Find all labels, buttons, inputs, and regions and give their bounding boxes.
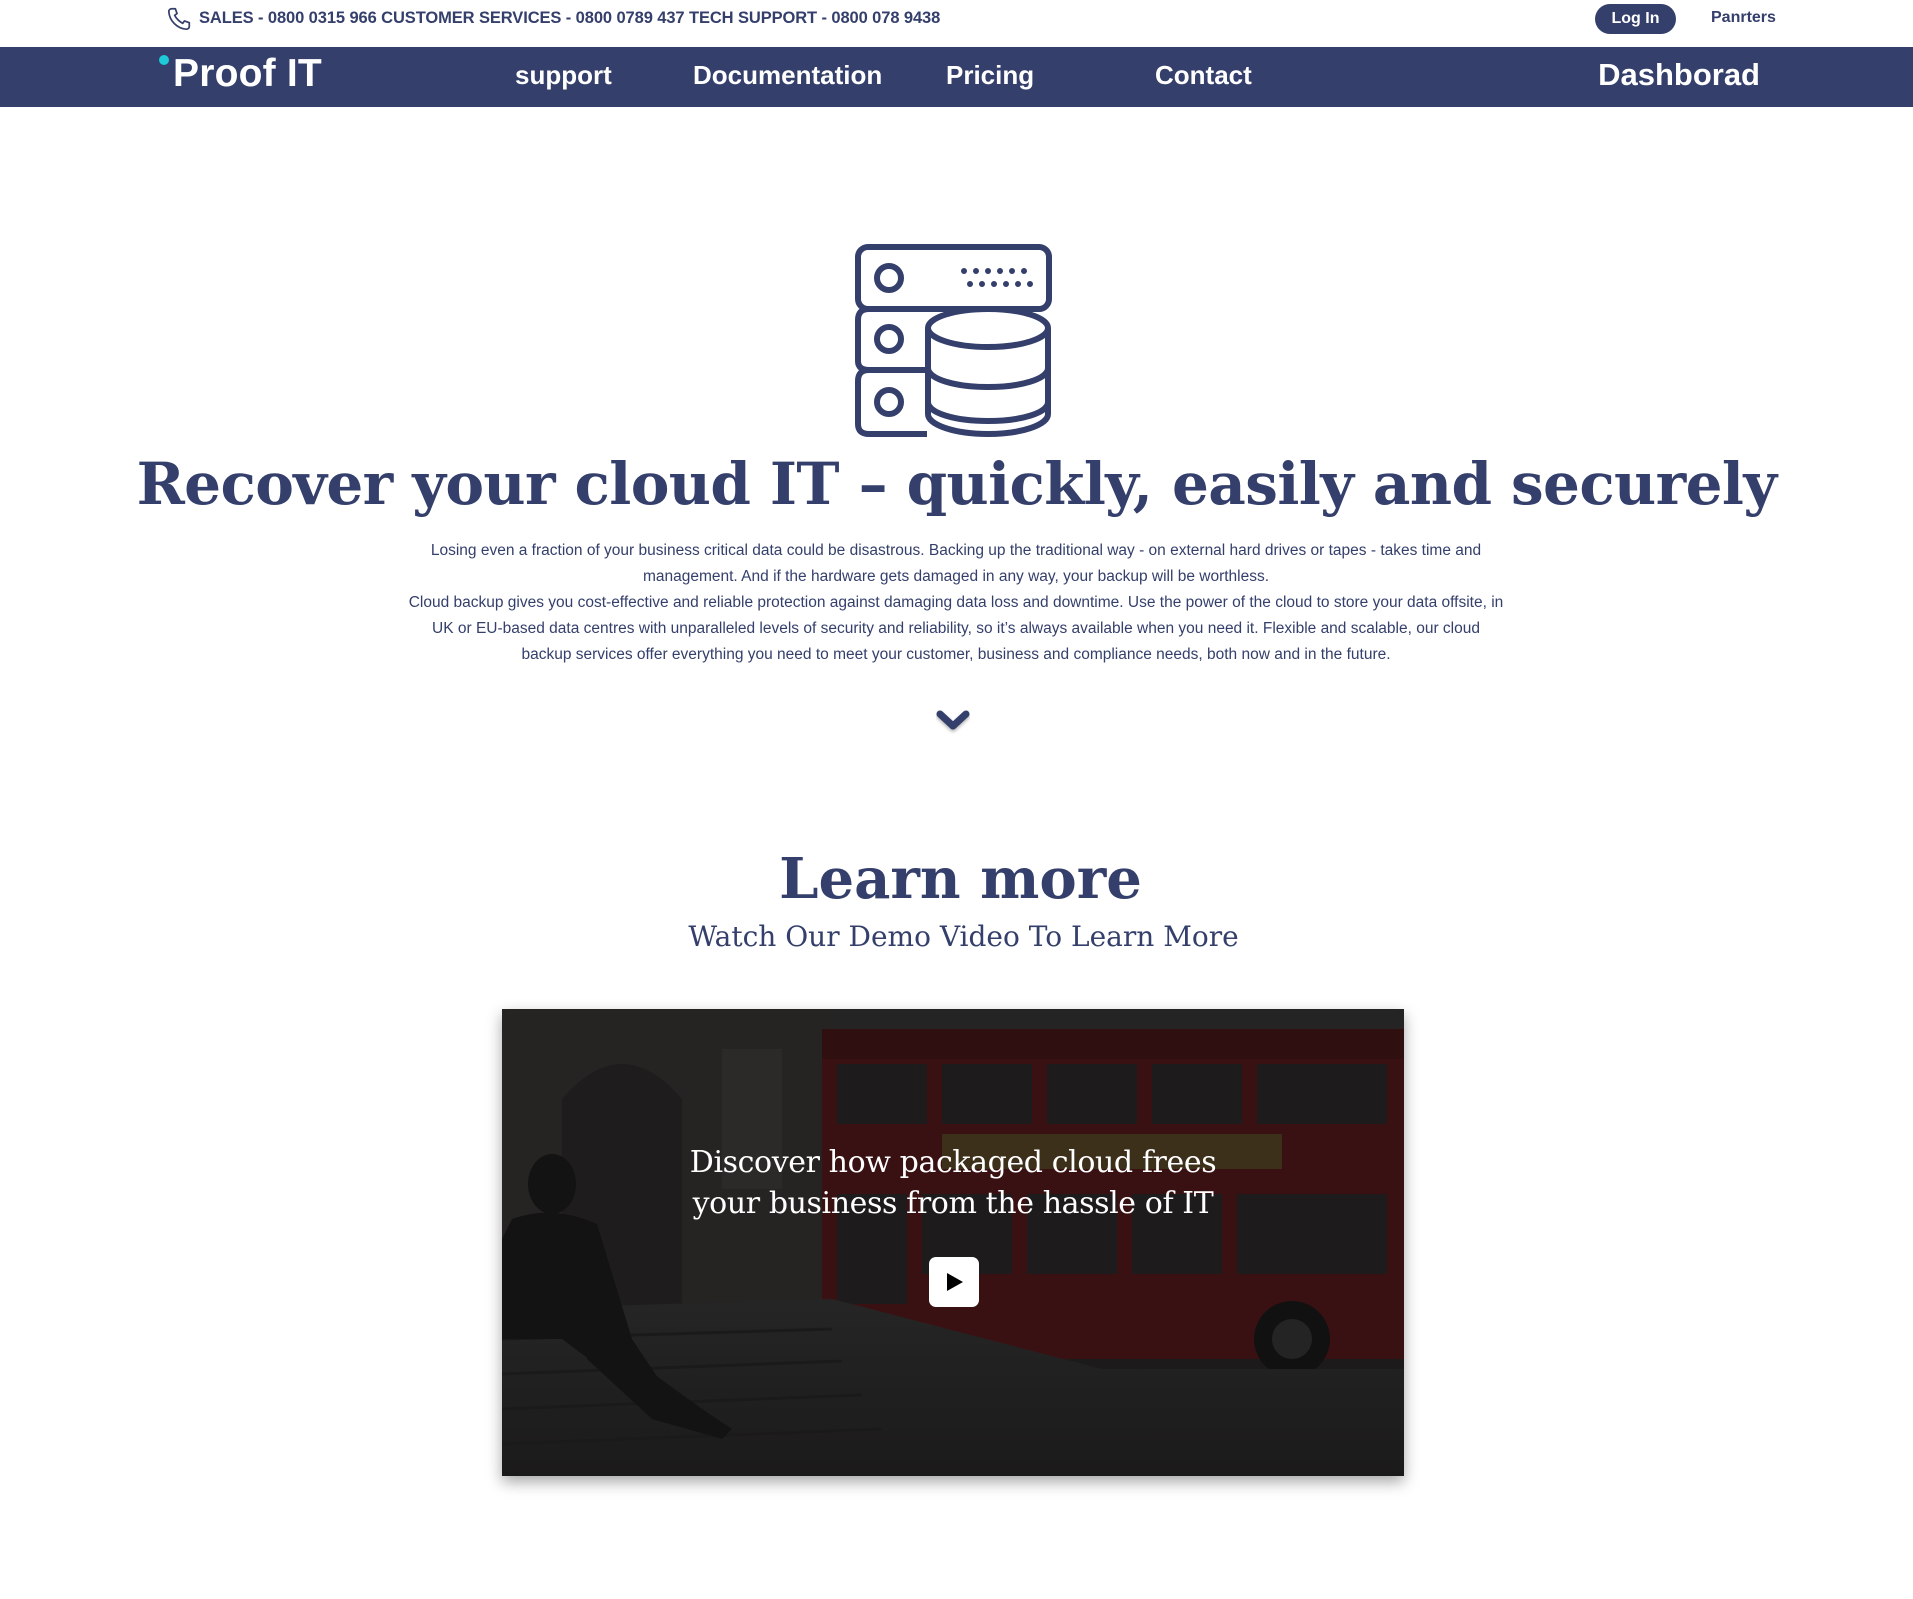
login-button[interactable]: Log In (1595, 4, 1676, 34)
video-caption: Discover how packaged cloud frees your b… (502, 1142, 1404, 1224)
video-caption-line: your business from the hassle of IT (692, 1186, 1214, 1221)
video-caption-line: Discover how packaged cloud frees (689, 1145, 1217, 1180)
contact-phone-numbers: SALES - 0800 0315 966 CUSTOMER SERVICES … (199, 9, 941, 27)
nav-dashboard[interactable]: Dashborad (1598, 57, 1760, 93)
contact-bar: SALES - 0800 0315 966 CUSTOMER SERVICES … (0, 0, 1913, 46)
server-database-icon (855, 244, 1052, 437)
nav-pricing[interactable]: Pricing (946, 60, 1034, 91)
nav-documentation[interactable]: Documentation (693, 60, 882, 91)
hero-description: Losing even a fraction of your business … (406, 538, 1506, 668)
phone-icon (167, 7, 191, 31)
nav-contact[interactable]: Contact (1155, 60, 1252, 91)
play-button[interactable] (929, 1257, 979, 1307)
video-thumbnail (502, 1009, 1404, 1476)
hero-paragraph: Losing even a fraction of your business … (430, 542, 1482, 585)
logo[interactable]: Proof IT (173, 52, 322, 96)
chevron-down-icon[interactable] (936, 708, 970, 734)
learn-more-subtitle: Watch Our Demo Video To Learn More (688, 920, 1239, 953)
hero-paragraph: Cloud backup gives you cost-effective an… (408, 594, 1504, 663)
logo-dot (159, 55, 169, 65)
nav-support[interactable]: support (515, 60, 612, 91)
play-icon (947, 1273, 963, 1291)
partners-link[interactable]: Panrters (1711, 9, 1776, 27)
hero-title: Recover your cloud IT – quickly, easily … (136, 450, 1777, 518)
demo-video[interactable]: Discover how packaged cloud frees your b… (502, 1009, 1404, 1476)
main-nav: Proof IT support Documentation Pricing C… (0, 47, 1913, 107)
learn-more-title: Learn more (779, 846, 1142, 912)
